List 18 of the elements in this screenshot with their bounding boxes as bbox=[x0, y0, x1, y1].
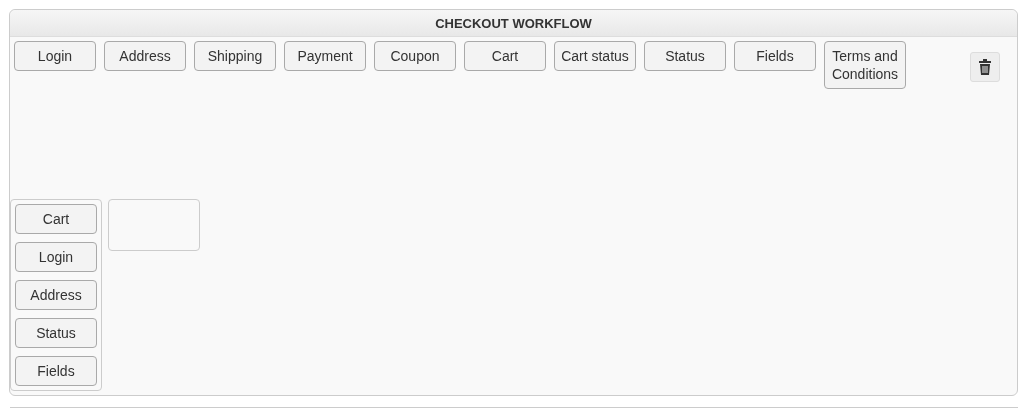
step-button[interactable]: Fields bbox=[734, 41, 816, 71]
step-button[interactable]: Cart bbox=[15, 204, 97, 234]
step-button[interactable]: Shipping bbox=[194, 41, 276, 71]
step-button[interactable]: Terms and Conditions bbox=[824, 41, 906, 89]
panel-title: CHECKOUT WORKFLOW bbox=[435, 15, 592, 31]
step-button[interactable]: Status bbox=[15, 318, 97, 348]
step-button[interactable]: Login bbox=[15, 242, 97, 272]
step-button[interactable]: Fields bbox=[15, 356, 97, 386]
step-button[interactable]: Payment bbox=[284, 41, 366, 71]
step-button[interactable]: Cart bbox=[464, 41, 546, 71]
step-button[interactable]: Cart status bbox=[554, 41, 636, 71]
step-button[interactable]: Address bbox=[15, 280, 97, 310]
step-button[interactable]: Coupon bbox=[374, 41, 456, 71]
step-button[interactable]: Status bbox=[644, 41, 726, 71]
trash-icon bbox=[979, 59, 991, 75]
step-button[interactable]: Login bbox=[14, 41, 96, 71]
step-button[interactable]: Address bbox=[104, 41, 186, 71]
delete-button[interactable] bbox=[970, 52, 1000, 82]
